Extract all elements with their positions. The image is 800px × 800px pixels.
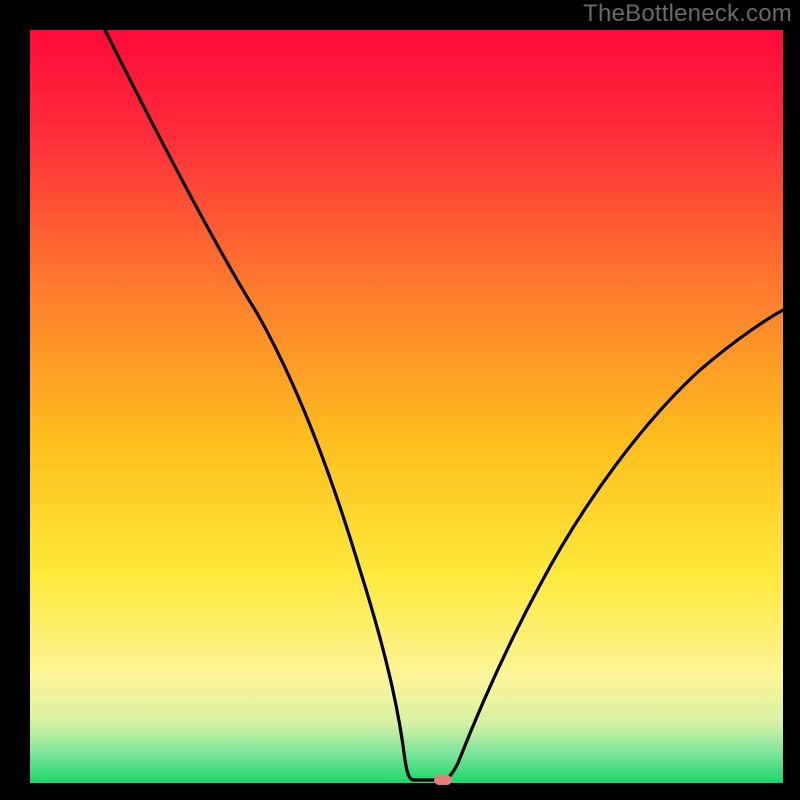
watermark-text: TheBottleneck.com xyxy=(583,0,792,28)
minimum-marker xyxy=(434,775,452,785)
chart-plot-area xyxy=(30,30,783,783)
bottleneck-chart xyxy=(0,0,800,800)
chart-container: TheBottleneck.com xyxy=(0,0,800,800)
